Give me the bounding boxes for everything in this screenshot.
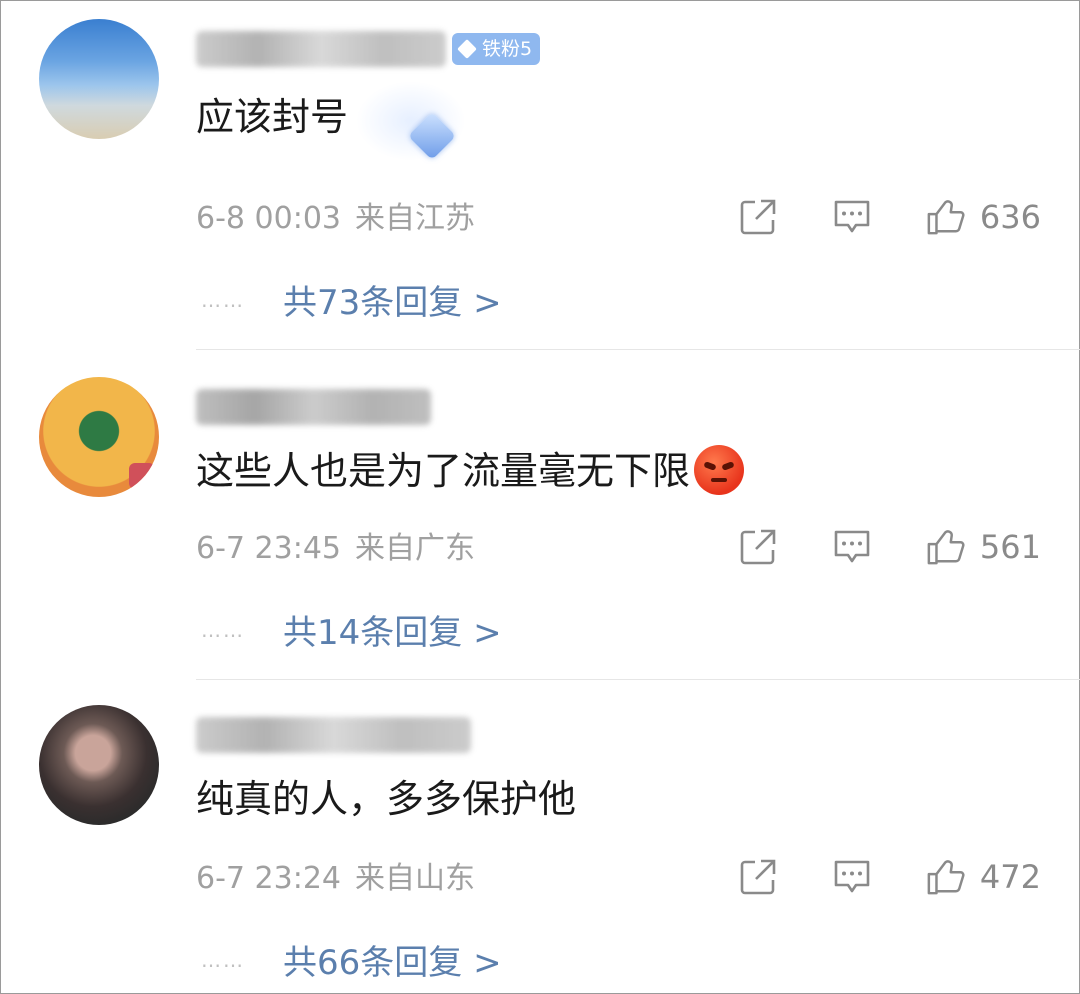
username[interactable] bbox=[196, 717, 471, 753]
like-count: 636 bbox=[979, 198, 1041, 236]
dots: …… bbox=[201, 287, 245, 312]
comment-text: 应该封号 bbox=[196, 95, 349, 139]
decoration-bubble bbox=[356, 81, 466, 161]
comment-actions: 472 bbox=[738, 857, 1041, 897]
comment-actions: 636 bbox=[738, 197, 1041, 237]
replies-row[interactable]: …… 共66条回复 > bbox=[201, 935, 502, 984]
dots: …… bbox=[201, 947, 245, 972]
thumbs-up-icon[interactable] bbox=[926, 527, 966, 567]
fan-badge[interactable]: 铁粉5 bbox=[452, 33, 541, 65]
replies-row[interactable]: …… 共73条回复 > bbox=[201, 275, 502, 324]
view-replies-link[interactable]: 共14条回复 > bbox=[283, 605, 502, 654]
angry-face-icon bbox=[694, 444, 745, 495]
comment-text: 纯真的人，多多保护他 bbox=[196, 777, 577, 821]
thumbs-up-icon[interactable] bbox=[926, 197, 966, 237]
view-replies-link[interactable]: 共73条回复 > bbox=[283, 275, 502, 324]
comment-list: 铁粉5 应该封号 6-8 00:03 来自江苏 636 …… 共73条回复 > bbox=[0, 0, 1080, 994]
comment-meta: 6-8 00:03 来自江苏 bbox=[196, 199, 475, 239]
comment-date: 6-7 23:24 bbox=[196, 861, 341, 896]
comment-icon[interactable] bbox=[832, 527, 872, 567]
view-replies-link[interactable]: 共66条回复 > bbox=[283, 935, 502, 984]
comment-text: 这些人也是为了流量毫无下限 bbox=[196, 444, 745, 499]
comment-date: 6-7 23:45 bbox=[196, 531, 341, 566]
avatar[interactable] bbox=[39, 377, 159, 497]
comment-location: 来自山东 bbox=[355, 861, 475, 896]
comment-icon[interactable] bbox=[832, 857, 872, 897]
share-icon[interactable] bbox=[738, 197, 778, 237]
comment-date: 6-8 00:03 bbox=[196, 201, 341, 236]
replies-row[interactable]: …… 共14条回复 > bbox=[201, 605, 502, 654]
avatar[interactable] bbox=[39, 705, 159, 825]
comment-meta: 6-7 23:24 来自山东 bbox=[196, 859, 475, 899]
share-icon[interactable] bbox=[738, 857, 778, 897]
username[interactable] bbox=[196, 389, 431, 425]
comment-icon[interactable] bbox=[832, 197, 872, 237]
divider bbox=[196, 349, 1080, 350]
diamond-icon bbox=[457, 39, 477, 59]
like-count: 472 bbox=[979, 858, 1041, 896]
dots: …… bbox=[201, 617, 245, 642]
divider bbox=[196, 679, 1080, 680]
share-icon[interactable] bbox=[738, 527, 778, 567]
comment-location: 来自广东 bbox=[355, 531, 475, 566]
avatar[interactable] bbox=[39, 19, 159, 139]
comment-text-content: 这些人也是为了流量毫无下限 bbox=[196, 449, 691, 493]
thumbs-up-icon[interactable] bbox=[926, 857, 966, 897]
comment-location: 来自江苏 bbox=[355, 201, 475, 236]
fan-badge-label: 铁粉5 bbox=[482, 38, 533, 60]
comment-meta: 6-7 23:45 来自广东 bbox=[196, 529, 475, 569]
like-count: 561 bbox=[979, 528, 1041, 566]
username[interactable] bbox=[196, 31, 446, 67]
comment-actions: 561 bbox=[738, 527, 1041, 567]
